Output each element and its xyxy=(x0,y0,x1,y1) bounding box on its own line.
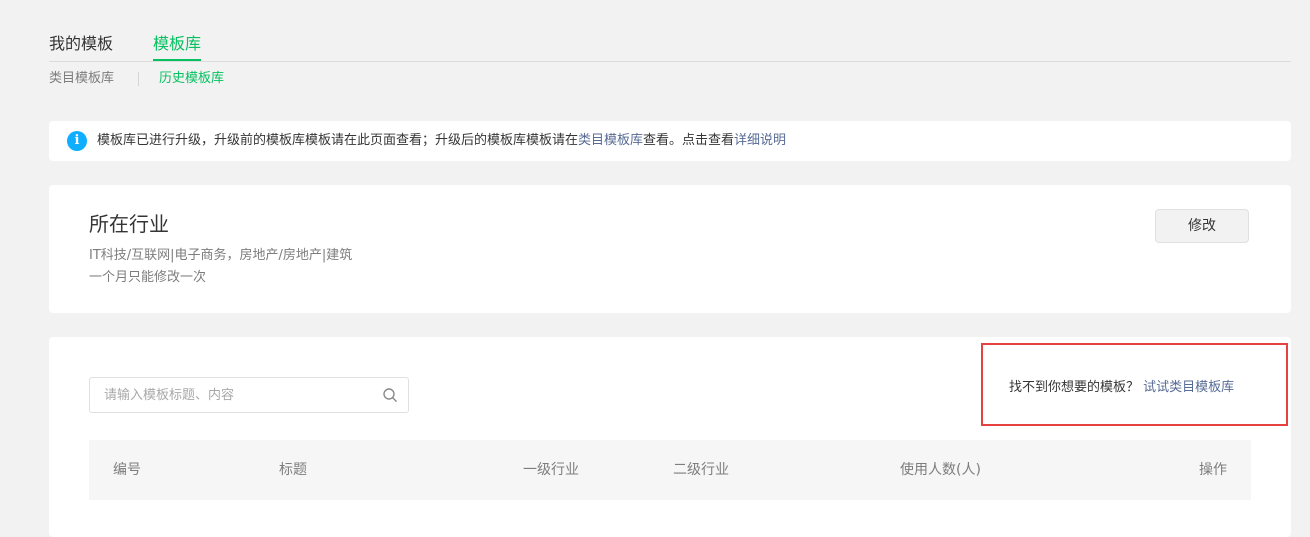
upgrade-notice: i 模板库已进行升级，升级前的模板库模板请在此页面查看；升级后的模板库模板请在类… xyxy=(49,121,1291,161)
column-header-title: 标题 xyxy=(279,462,307,478)
column-header-actions: 操作 xyxy=(1199,462,1227,478)
column-header-primary-industry: 一级行业 xyxy=(523,462,579,478)
industry-title: 所在行业 xyxy=(89,212,169,236)
template-list-card: 找不到你想要的模板？ 试试类目模板库 编号 标题 一级行业 二级行业 使用人数(… xyxy=(49,337,1291,537)
search-icon[interactable] xyxy=(382,387,398,403)
hint-highlight-box: 找不到你想要的模板？ 试试类目模板库 xyxy=(981,343,1288,426)
industry-value: IT科技/互联网|电子商务，房地产/房地产|建筑 xyxy=(89,248,353,263)
notice-text-middle: 查看。点击查看 xyxy=(643,133,735,148)
industry-note: 一个月只能修改一次 xyxy=(89,270,207,285)
table-header: 编号 标题 一级行业 二级行业 使用人数(人) 操作 xyxy=(89,440,1251,500)
sub-tab-history-library[interactable]: 历史模板库 xyxy=(159,70,224,88)
top-tabs: 我的模板 模板库 xyxy=(49,28,1291,62)
notice-text-before: 模板库已进行升级，升级前的模板库模板请在此页面查看；升级后的模板库模板请在 xyxy=(97,133,579,148)
search-input[interactable] xyxy=(104,378,364,412)
column-header-secondary-industry: 二级行业 xyxy=(673,462,729,478)
notice-text: 模板库已进行升级，升级前的模板库模板请在此页面查看；升级后的模板库模板请在类目模… xyxy=(97,132,786,150)
tab-template-library[interactable]: 模板库 xyxy=(153,34,202,61)
category-library-link[interactable]: 类目模板库 xyxy=(578,133,643,148)
column-header-id: 编号 xyxy=(113,462,141,478)
modify-button[interactable]: 修改 xyxy=(1155,209,1249,243)
sub-tab-divider xyxy=(138,72,139,86)
sub-tab-category-library[interactable]: 类目模板库 xyxy=(49,70,114,88)
try-category-library-link[interactable]: 试试类目模板库 xyxy=(1143,380,1234,395)
info-icon: i xyxy=(67,131,87,151)
details-link[interactable]: 详细说明 xyxy=(734,133,786,148)
tab-my-templates[interactable]: 我的模板 xyxy=(49,34,113,54)
hint-text-line: 找不到你想要的模板？ 试试类目模板库 xyxy=(1009,379,1234,397)
search-box xyxy=(89,377,409,413)
column-header-usage-count: 使用人数(人) xyxy=(900,462,981,478)
industry-card: 所在行业 IT科技/互联网|电子商务，房地产/房地产|建筑 一个月只能修改一次 … xyxy=(49,185,1291,313)
hint-text: 找不到你想要的模板？ xyxy=(1009,380,1140,395)
